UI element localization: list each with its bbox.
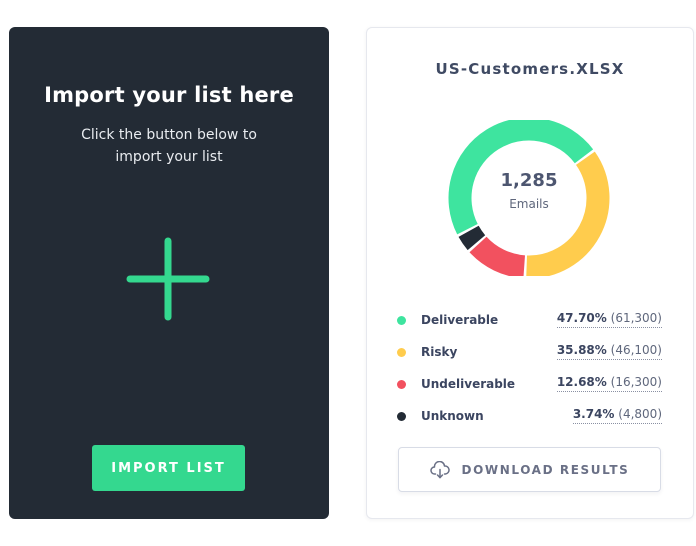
legend-dot (397, 347, 406, 357)
download-results-label: DOWNLOAD RESULTS (461, 462, 630, 477)
import-title: Import your list here (44, 83, 294, 107)
cloud-download-icon (429, 460, 450, 478)
donut-slice-undeliverable (469, 236, 526, 276)
legend-value[interactable]: 12.68% (16,300) (556, 375, 662, 392)
legend-count: (46,100) (610, 343, 662, 357)
plus-icon[interactable] (126, 237, 210, 321)
donut-total-label: Emails (509, 197, 549, 211)
legend-dot (397, 379, 406, 389)
legend-percent: 35.88% (556, 343, 607, 357)
donut-total-value: 1,285 (500, 170, 558, 191)
import-subtitle: Click the button below to import your li… (81, 127, 257, 165)
import-list-button[interactable]: IMPORT LIST (92, 445, 245, 491)
results-card: US-Customers.XLSX 1,285 Emails Deliverab… (366, 27, 694, 519)
legend-value[interactable]: 47.70% (61,300) (556, 311, 662, 328)
donut-slice-unknown (458, 225, 486, 251)
legend-value[interactable]: 3.74% (4,800) (572, 407, 662, 424)
legend-item-deliverable: Deliverable 47.70% (61,300) (397, 304, 662, 336)
legend-dot (397, 411, 406, 421)
file-name: US-Customers.XLSX (435, 60, 625, 78)
legend-count: (4,800) (618, 407, 662, 421)
legend-count: (16,300) (610, 375, 662, 389)
legend-value[interactable]: 35.88% (46,100) (556, 343, 662, 360)
legend-item-risky: Risky 35.88% (46,100) (397, 336, 662, 368)
legend: Deliverable 47.70% (61,300) Risky 35.88%… (397, 304, 662, 432)
legend-count: (61,300) (610, 311, 662, 325)
legend-item-undeliverable: Undeliverable 12.68% (16,300) (397, 368, 662, 400)
legend-label: Undeliverable (421, 377, 516, 391)
legend-dot (397, 315, 406, 325)
download-results-button[interactable]: DOWNLOAD RESULTS (398, 447, 661, 492)
legend-percent: 12.68% (556, 375, 607, 389)
legend-percent: 47.70% (556, 311, 607, 325)
legend-item-unknown: Unknown 3.74% (4,800) (397, 400, 662, 432)
legend-label: Unknown (421, 409, 484, 423)
import-card: Import your list here Click the button b… (9, 27, 329, 519)
legend-label: Deliverable (421, 313, 499, 327)
legend-percent: 3.74% (572, 407, 615, 421)
legend-label: Risky (421, 345, 458, 359)
